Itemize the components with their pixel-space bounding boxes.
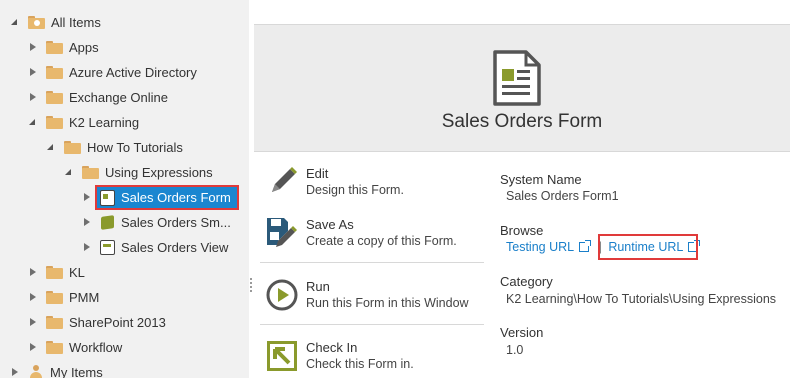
- form-info: System Name Sales Orders Form1 Browse Te…: [500, 152, 790, 378]
- edit-action[interactable]: Edit Design this Form.: [258, 152, 484, 206]
- tree-item-exchange-online[interactable]: Exchange Online: [28, 86, 168, 108]
- check-in-icon: [267, 341, 297, 371]
- tree-item-my-items[interactable]: My Items: [10, 361, 103, 378]
- collapsed-arrow-icon[interactable]: [28, 317, 38, 327]
- collapsed-arrow-icon[interactable]: [28, 342, 38, 352]
- folder-icon: [64, 140, 81, 154]
- action-title: Check In: [306, 340, 358, 355]
- tree-item-label: Azure Active Directory: [69, 64, 197, 80]
- all-items-folder-icon: [28, 15, 45, 29]
- external-link-icon: [579, 240, 592, 252]
- run-play-icon: [266, 279, 298, 311]
- action-description: Run this Form in this Window: [306, 296, 469, 310]
- tree-item-label: KL: [69, 264, 85, 280]
- folder-icon: [82, 165, 99, 179]
- collapsed-arrow-icon[interactable]: [28, 267, 38, 277]
- collapsed-arrow-icon[interactable]: [82, 192, 90, 202]
- form-icon: [100, 189, 115, 206]
- tree-item-sales-orders-form[interactable]: Sales Orders Form: [95, 185, 239, 210]
- tree-item-pmm[interactable]: PMM: [28, 286, 99, 308]
- collapsed-arrow-icon[interactable]: [28, 42, 38, 52]
- tree-item-label: Sales Orders View: [121, 239, 229, 255]
- tree-item-sharepoint-2013[interactable]: SharePoint 2013: [28, 311, 166, 333]
- divider: [260, 262, 484, 263]
- collapsed-arrow-icon[interactable]: [28, 92, 38, 102]
- folder-icon: [46, 315, 63, 329]
- version-label: Version: [500, 325, 544, 340]
- folder-icon: [46, 40, 63, 54]
- testing-url-link[interactable]: Testing URL: [506, 240, 592, 254]
- category-label: Category: [500, 274, 553, 289]
- tree-item-all-items[interactable]: All Items: [10, 11, 101, 33]
- tree-item-label: My Items: [50, 364, 103, 378]
- my-items-user-icon: [28, 365, 44, 378]
- action-title: Save As: [306, 217, 354, 232]
- browse-label: Browse: [500, 223, 544, 238]
- action-description: Create a copy of this Form.: [306, 234, 457, 248]
- collapsed-arrow-icon[interactable]: [82, 217, 92, 227]
- check-in-action[interactable]: Check In Check this Form in.: [258, 326, 484, 378]
- splitter-grip-icon[interactable]: [250, 278, 252, 292]
- runtime-url-highlight: [598, 234, 698, 260]
- tree-item-label: Using Expressions: [105, 164, 213, 180]
- tree-item-label: Exchange Online: [69, 89, 169, 105]
- save-as-icon: [267, 218, 297, 247]
- tree-item-label: All Items: [51, 14, 101, 30]
- navigation-tree: All Items Apps Azure Active Directory Ex…: [0, 0, 249, 378]
- action-description: Check this Form in.: [306, 357, 414, 371]
- folder-icon: [46, 290, 63, 304]
- tree-item-label: K2 Learning: [69, 114, 140, 130]
- collapsed-arrow-icon[interactable]: [10, 367, 20, 377]
- folder-icon: [46, 115, 63, 129]
- collapsed-arrow-icon[interactable]: [82, 242, 92, 252]
- tree-item-label: Sales Orders Form: [121, 190, 231, 205]
- expanded-arrow-icon[interactable]: [46, 142, 56, 152]
- expanded-arrow-icon[interactable]: [64, 167, 74, 177]
- folder-icon: [46, 340, 63, 354]
- top-strip: [254, 0, 790, 24]
- action-title: Edit: [306, 166, 329, 181]
- expanded-arrow-icon[interactable]: [28, 117, 38, 127]
- action-description: Design this Form.: [306, 183, 404, 197]
- header-card: Sales Orders Form: [254, 24, 790, 152]
- expanded-arrow-icon[interactable]: [10, 17, 20, 27]
- form-document-icon: [493, 50, 541, 106]
- tree-item-workflow[interactable]: Workflow: [28, 336, 122, 358]
- tree-item-label: Apps: [69, 39, 99, 55]
- edit-pencil-icon: [272, 167, 297, 192]
- run-action[interactable]: Run Run this Form in this Window: [258, 265, 484, 319]
- details-panel: Sales Orders Form Edit Design this Form.: [254, 0, 790, 378]
- divider: [260, 324, 484, 325]
- version-value: 1.0: [506, 343, 524, 357]
- collapsed-arrow-icon[interactable]: [28, 67, 38, 77]
- smartobject-icon: [100, 215, 115, 230]
- tree-item-sales-orders-view[interactable]: Sales Orders View: [82, 236, 228, 258]
- tree-arrow-sales-orders-form[interactable]: [82, 186, 92, 208]
- action-title: Run: [306, 279, 330, 294]
- tree-item-label: How To Tutorials: [87, 139, 183, 155]
- save-as-action[interactable]: Save As Create a copy of this Form.: [258, 203, 484, 257]
- folder-icon: [46, 265, 63, 279]
- actions-list: Edit Design this Form. Save As Create a …: [254, 152, 486, 378]
- folder-icon: [46, 65, 63, 79]
- page-title: Sales Orders Form: [441, 111, 603, 132]
- testing-url-label: Testing URL: [506, 240, 575, 254]
- tree-item-label: SharePoint 2013: [69, 314, 166, 330]
- tree-item-label: Workflow: [69, 339, 123, 355]
- system-name-label: System Name: [500, 172, 582, 187]
- system-name-value: Sales Orders Form1: [506, 189, 619, 203]
- tree-item-label: PMM: [69, 289, 100, 305]
- folder-icon: [46, 90, 63, 104]
- tree-item-azure-active-directory[interactable]: Azure Active Directory: [28, 61, 197, 83]
- tree-item-label: Sales Orders Sm...: [121, 214, 231, 230]
- collapsed-arrow-icon[interactable]: [28, 292, 38, 302]
- tree-item-kl[interactable]: KL: [28, 261, 85, 283]
- tree-item-how-to-tutorials[interactable]: How To Tutorials: [46, 136, 183, 158]
- view-icon: [100, 239, 115, 255]
- tree-item-using-expressions[interactable]: Using Expressions: [64, 161, 213, 183]
- tree-item-apps[interactable]: Apps: [28, 36, 99, 58]
- category-value: K2 Learning\How To Tutorials\Using Expre…: [506, 292, 777, 306]
- tree-item-k2-learning[interactable]: K2 Learning: [28, 111, 139, 133]
- tree-item-sales-orders-smartobject[interactable]: Sales Orders Sm...: [82, 211, 231, 233]
